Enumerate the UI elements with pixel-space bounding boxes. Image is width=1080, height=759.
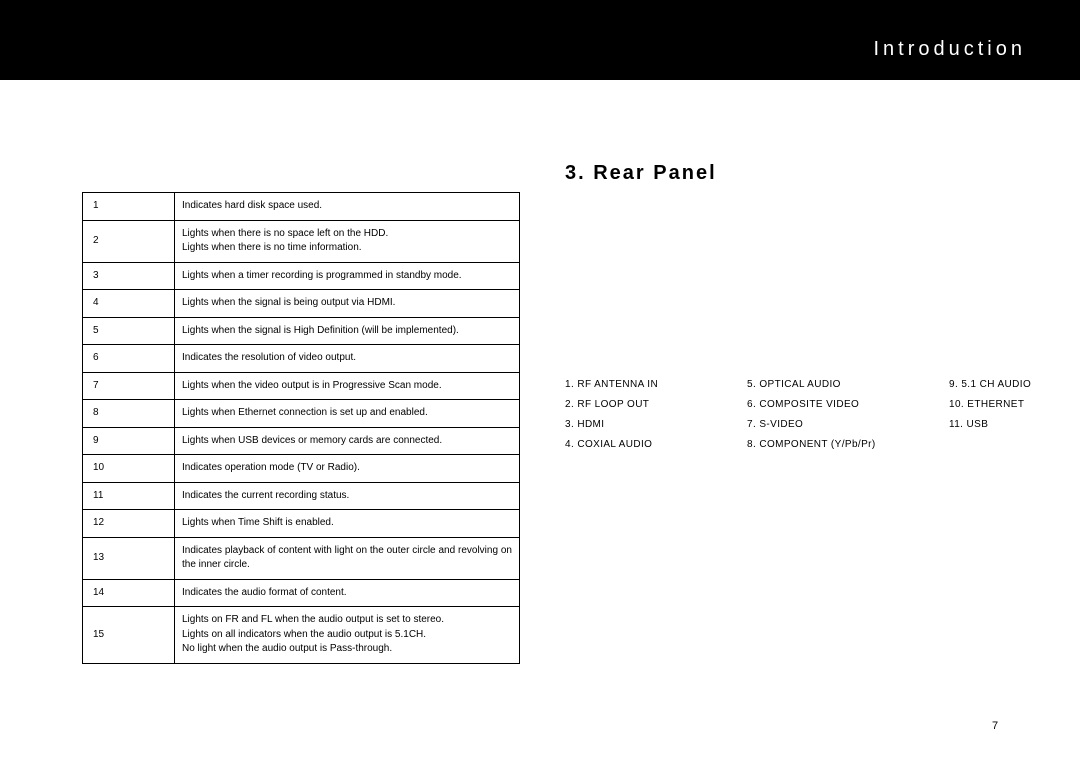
row-number: 1 [83,193,175,221]
table-row: 3Lights when a timer recording is progra… [83,262,520,290]
page-number: 7 [992,720,998,732]
port-item: 1. RF ANTENNA IN [565,375,747,395]
table-row: 12Lights when Time Shift is enabled. [83,510,520,538]
row-description: Indicates the audio format of content. [175,579,520,607]
row-number: 3 [83,262,175,290]
port-column-2: 5. OPTICAL AUDIO6. COMPOSITE VIDEO7. S-V… [747,375,949,455]
left-column: 1Indicates hard disk space used.2Lights … [0,80,540,664]
row-number: 15 [83,607,175,664]
row-description: Lights when USB devices or memory cards … [175,427,520,455]
row-description: Lights when Ethernet connection is set u… [175,400,520,428]
port-item: 10. ETHERNET [949,395,1031,415]
table-row: 14Indicates the audio format of content. [83,579,520,607]
table-row: 5Lights when the signal is High Definiti… [83,317,520,345]
chapter-header-bar: Introduction [0,0,1080,80]
row-description: Indicates playback of content with light… [175,537,520,579]
row-description: Lights when Time Shift is enabled. [175,510,520,538]
row-number: 14 [83,579,175,607]
rear-panel-port-list: 1. RF ANTENNA IN2. RF LOOP OUT3. HDMI4. … [565,375,1026,455]
row-number: 7 [83,372,175,400]
row-description: Indicates hard disk space used. [175,193,520,221]
row-number: 5 [83,317,175,345]
section-heading: 3. Rear Panel [565,162,1026,185]
port-item: 2. RF LOOP OUT [565,395,747,415]
port-column-3: 9. 5.1 CH AUDIO10. ETHERNET11. USB [949,375,1031,455]
row-description: Lights when the signal is being output v… [175,290,520,318]
table-row: 1Indicates hard disk space used. [83,193,520,221]
right-column: 3. Rear Panel 1. RF ANTENNA IN2. RF LOOP… [540,80,1080,664]
table-row: 15Lights on FR and FL when the audio out… [83,607,520,664]
row-description: Indicates the current recording status. [175,482,520,510]
row-number: 2 [83,220,175,262]
row-description: Lights on FR and FL when the audio outpu… [175,607,520,664]
indicator-table: 1Indicates hard disk space used.2Lights … [82,192,520,664]
port-item: 7. S-VIDEO [747,415,949,435]
table-row: 7Lights when the video output is in Prog… [83,372,520,400]
row-description: Lights when the signal is High Definitio… [175,317,520,345]
port-item: 6. COMPOSITE VIDEO [747,395,949,415]
table-row: 2Lights when there is no space left on t… [83,220,520,262]
port-item: 11. USB [949,415,1031,435]
row-number: 12 [83,510,175,538]
row-number: 11 [83,482,175,510]
port-item: 9. 5.1 CH AUDIO [949,375,1031,395]
row-description: Lights when there is no space left on th… [175,220,520,262]
row-description: Indicates operation mode (TV or Radio). [175,455,520,483]
row-description: Lights when a timer recording is program… [175,262,520,290]
table-row: 4Lights when the signal is being output … [83,290,520,318]
row-number: 13 [83,537,175,579]
port-column-1: 1. RF ANTENNA IN2. RF LOOP OUT3. HDMI4. … [565,375,747,455]
row-number: 6 [83,345,175,373]
chapter-title: Introduction [873,38,1026,61]
table-row: 9Lights when USB devices or memory cards… [83,427,520,455]
row-number: 8 [83,400,175,428]
row-number: 4 [83,290,175,318]
table-row: 11Indicates the current recording status… [83,482,520,510]
page-body: 1Indicates hard disk space used.2Lights … [0,80,1080,664]
port-item: 5. OPTICAL AUDIO [747,375,949,395]
table-row: 10Indicates operation mode (TV or Radio)… [83,455,520,483]
table-row: 6Indicates the resolution of video outpu… [83,345,520,373]
row-number: 9 [83,427,175,455]
port-item: 3. HDMI [565,415,747,435]
port-item: 8. COMPONENT (Y/Pb/Pr) [747,435,949,455]
row-description: Indicates the resolution of video output… [175,345,520,373]
port-item: 4. COXIAL AUDIO [565,435,747,455]
table-row: 13Indicates playback of content with lig… [83,537,520,579]
table-row: 8Lights when Ethernet connection is set … [83,400,520,428]
row-number: 10 [83,455,175,483]
row-description: Lights when the video output is in Progr… [175,372,520,400]
